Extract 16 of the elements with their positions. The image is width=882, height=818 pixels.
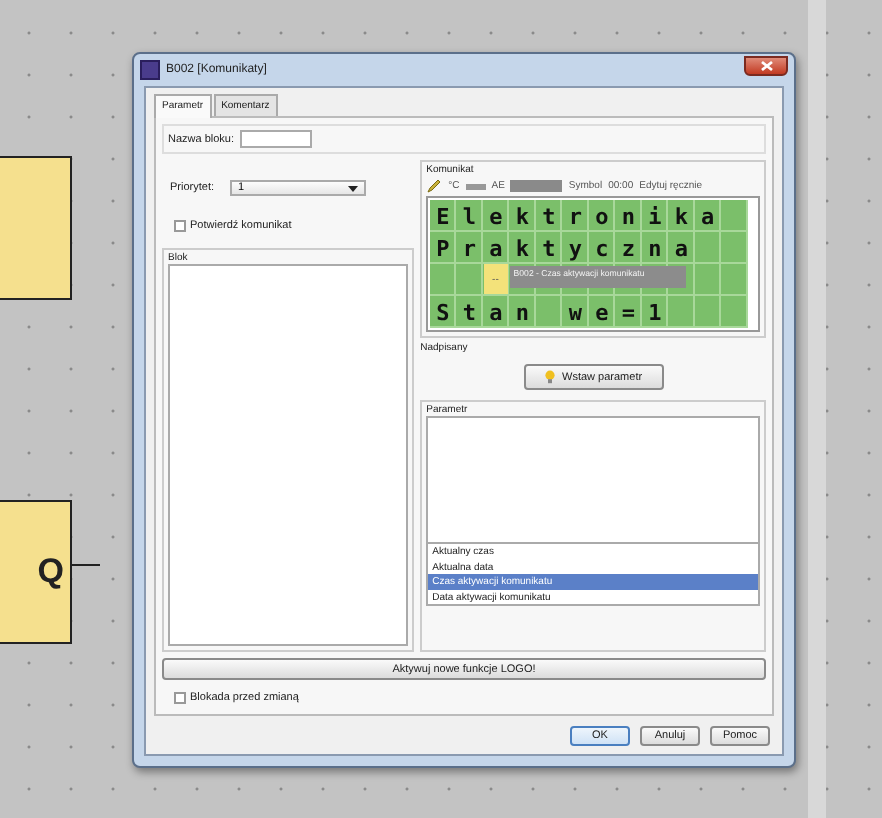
checkbox[interactable]	[174, 692, 186, 704]
checkbox[interactable]	[174, 220, 186, 232]
text-area[interactable]	[426, 416, 760, 544]
app-icon	[140, 60, 160, 80]
scrollbar[interactable]	[808, 0, 826, 818]
field-icon[interactable]	[510, 180, 563, 192]
close-icon	[759, 60, 773, 72]
bulb-icon	[544, 370, 557, 384]
pin-label: Q	[37, 552, 66, 592]
lcd-text-line: P r a k t y c z n a	[434, 233, 688, 263]
lcd-text-line: S t a n w e = 1	[434, 297, 662, 327]
close-button[interactable]	[744, 56, 788, 76]
lcd-text-line: E l e k t r o n i k a	[434, 201, 715, 231]
input-field[interactable]	[240, 130, 313, 148]
function-block	[0, 156, 72, 300]
caret-icon	[348, 185, 359, 191]
